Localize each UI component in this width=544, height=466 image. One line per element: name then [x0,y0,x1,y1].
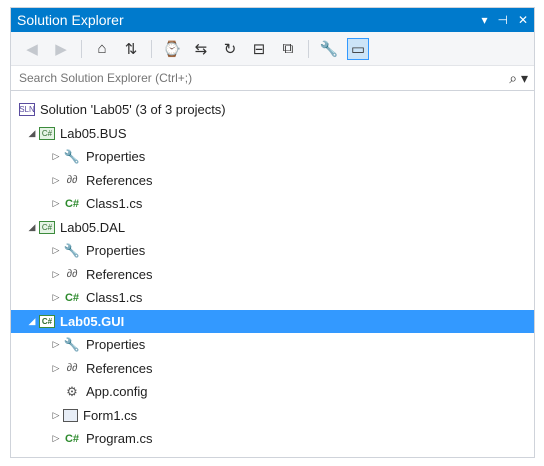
home-icon[interactable]: ⌂ [91,38,113,60]
search-input[interactable] [17,70,510,86]
solution-explorer-panel: Solution Explorer ▾ ⊣ ✕ ◀▶⌂⇅⌚⇆↻⊟⧉🔧▭ ⌕ ▾ … [10,7,535,458]
csharp-project-icon: C# [39,314,55,328]
tree-item[interactable]: ▷ C# Class1.cs [11,286,534,310]
tree-item[interactable]: ◢ C# Lab05.GUI [11,309,534,333]
tree-item-label: Class1.cs [86,290,143,306]
title-bar: Solution Explorer ▾ ⊣ ✕ [11,8,534,32]
wrench-icon: 🔧 [63,148,81,164]
collapsed-arrow-icon[interactable]: ▷ [49,245,63,256]
tree-item-label: Lab05.DAL [60,219,126,235]
wrench-icon: 🔧 [63,336,81,352]
csharp-project-icon: C# [39,126,55,140]
csharp-file-icon: C# [64,197,80,210]
toolbar-separator [151,39,152,58]
window-controls[interactable]: ▾ ⊣ ✕ [481,13,528,27]
panel-title: Solution Explorer [17,12,124,28]
sync-icon[interactable]: ⇆ [190,38,212,60]
tree-item[interactable]: ▷ Form1.cs [11,404,534,428]
expanded-arrow-icon[interactable]: ◢ [25,222,39,233]
expanded-arrow-icon[interactable]: ◢ [25,128,39,139]
tree-item[interactable]: ▷ 🔧 Properties [11,145,534,169]
tree-item-label: Form1.cs [83,407,138,423]
pin-icon[interactable]: ⊣ [497,13,507,27]
tree-item[interactable]: ▷ ∂∂ References [11,263,534,287]
tree-item-label: Lab05.BUS [60,125,127,141]
tree-item[interactable]: ⚙ App.config [11,380,534,404]
show-all-files-icon[interactable]: ⧉ [277,38,299,60]
collapsed-arrow-icon[interactable]: ▷ [49,269,63,280]
tree-item[interactable]: ▷ C# Program.cs [11,427,534,451]
csharp-project-icon: C# [39,220,55,234]
tree-item-label: App.config [86,384,148,400]
tree-item[interactable]: ▷ ∂∂ References [11,169,534,193]
tree-item[interactable]: ▷ C# Class1.cs [11,192,534,216]
tree-item[interactable]: ▷ 🔧 Properties [11,333,534,357]
tree-item-label: References [86,360,153,376]
wrench-icon: 🔧 [63,242,81,258]
properties-icon[interactable]: 🔧 [318,38,340,60]
tree-item[interactable]: ◢ C# Lab05.DAL [11,216,534,240]
csharp-file-icon: C# [64,291,80,304]
collapsed-arrow-icon[interactable]: ▷ [49,339,63,350]
refresh-icon[interactable]: ↻ [219,38,241,60]
collapsed-arrow-icon[interactable]: ▷ [49,198,63,209]
collapse-all-icon[interactable]: ⊟ [248,38,270,60]
tree-item-label: References [86,172,153,188]
tree-item[interactable]: ◢ C# Lab05.BUS [11,122,534,146]
references-icon: ∂∂ [66,362,78,375]
search-bar: ⌕ ▾ [11,66,534,91]
pending-changes-icon[interactable]: ⌚ [161,38,183,60]
tree-item-label: Properties [86,149,146,165]
config-file-icon: ⚙ [66,383,78,399]
tree-item[interactable]: ▷ ∂∂ References [11,357,534,381]
collapsed-arrow-icon[interactable]: ▷ [49,292,63,303]
tree-item-label: Program.cs [86,431,153,447]
tree-item-label: Properties [86,243,146,259]
tree-item-label: Solution 'Lab05' (3 of 3 projects) [40,102,226,118]
tree-item-label: References [86,266,153,282]
search-icon[interactable]: ⌕ ▾ [509,70,528,87]
close-icon[interactable]: ✕ [518,13,528,27]
toolbar-separator [308,39,309,58]
collapsed-arrow-icon[interactable]: ▷ [49,433,63,444]
tree-item-label: Lab05.GUI [60,313,125,329]
expanded-arrow-icon[interactable]: ◢ [25,316,39,327]
forward-icon[interactable]: ▶ [50,38,72,60]
references-icon: ∂∂ [66,174,78,187]
tree-item[interactable]: ▷ 🔧 Properties [11,239,534,263]
preview-icon[interactable]: ▭ [347,37,369,60]
form-icon [63,408,78,422]
solution-icon: SLN [19,103,35,117]
switch-views-icon[interactable]: ⇅ [120,38,142,60]
solution-tree: SLN Solution 'Lab05' (3 of 3 projects) ◢ C#… [11,98,534,451]
back-icon[interactable]: ◀ [21,38,43,60]
tree-item-label: Class1.cs [86,196,143,212]
dropdown-icon[interactable]: ▾ [481,13,487,27]
csharp-file-icon: C# [64,432,80,445]
collapsed-arrow-icon[interactable]: ▷ [49,175,63,186]
toolbar-separator [81,39,82,58]
collapsed-arrow-icon[interactable]: ▷ [49,151,63,162]
tree-item[interactable]: SLN Solution 'Lab05' (3 of 3 projects) [11,98,534,122]
tree-item-label: Properties [86,337,146,353]
collapsed-arrow-icon[interactable]: ▷ [49,363,63,374]
toolbar: ◀ ▶ ⌂ ⇅ ⌚ ⇆ ↻ ⊟ ⧉ 🔧 ▭ [11,32,534,66]
references-icon: ∂∂ [66,268,78,281]
collapsed-arrow-icon[interactable]: ▷ [49,410,63,421]
